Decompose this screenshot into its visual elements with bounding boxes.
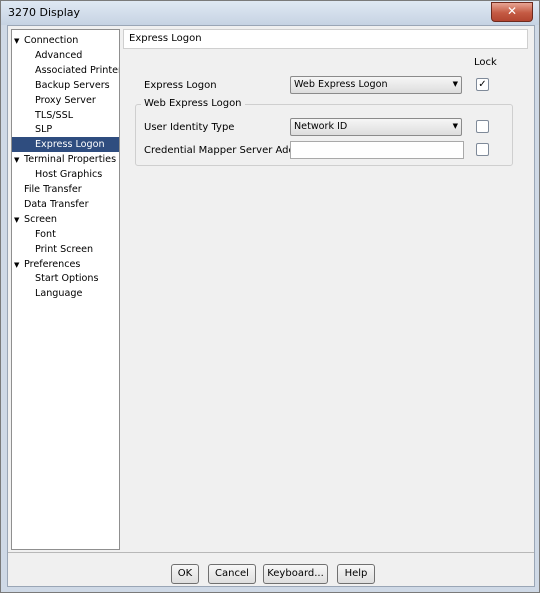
lock-column-label: Lock <box>474 57 497 68</box>
credential-mapper-address-input[interactable] <box>290 141 464 159</box>
help-button[interactable]: Help <box>337 564 375 584</box>
tree-item-connection[interactable]: ▼ Connection <box>14 33 78 48</box>
express-logon-value: Web Express Logon <box>294 79 388 90</box>
tree-item-start-options[interactable]: Start Options <box>35 271 99 286</box>
expand-arrow-icon[interactable]: ▼ <box>14 258 24 273</box>
navigation-tree: ▼ Connection Advanced Associated Printer Bac… <box>11 29 120 550</box>
web-express-logon-group-title: Web Express Logon <box>141 98 245 109</box>
tree-item-label: Preferences <box>24 258 81 270</box>
tree-item-proxy-server[interactable]: Proxy Server <box>35 93 96 108</box>
panel-title: Express Logon <box>129 33 202 44</box>
dialog-body: ▼ Connection Advanced Associated Printer Bac… <box>7 25 535 587</box>
tree-item-font[interactable]: Font <box>35 227 56 242</box>
tree-item-label: Language <box>35 288 83 300</box>
chevron-down-icon: ▼ <box>452 122 458 130</box>
tree-item-label: Backup Servers <box>35 79 110 91</box>
expand-arrow-icon[interactable]: ▼ <box>14 34 24 49</box>
tree-item-label: Font <box>35 228 56 240</box>
settings-panel: Express Logon Lock Express Logon Web Exp… <box>123 29 528 548</box>
dialog-window: 3270 Display ✕ ▼ Connection Advanced Associ… <box>0 0 540 593</box>
tree-item-tls-ssl[interactable]: TLS/SSL <box>35 108 73 123</box>
title-bar[interactable]: 3270 Display ✕ <box>1 1 539 25</box>
expand-arrow-icon[interactable]: ▼ <box>14 153 24 168</box>
tree-item-advanced[interactable]: Advanced <box>35 48 82 63</box>
tree-item-label: Advanced <box>35 49 83 61</box>
cancel-button[interactable]: Cancel <box>208 564 256 584</box>
tree-item-label: Proxy Server <box>35 94 96 106</box>
express-logon-lock-checkbox[interactable]: ✓ <box>476 78 489 91</box>
check-icon: ✓ <box>478 79 487 90</box>
user-identity-type-select[interactable]: Network ID ▼ <box>290 118 462 136</box>
expand-arrow-icon[interactable]: ▼ <box>14 213 24 228</box>
tree-item-express-logon[interactable]: Express Logon <box>12 137 119 153</box>
express-logon-label: Express Logon <box>144 80 217 91</box>
tree-item-label: TLS/SSL <box>35 109 74 121</box>
express-logon-select[interactable]: Web Express Logon ▼ <box>290 76 462 94</box>
tree-item-backup-servers[interactable]: Backup Servers <box>35 78 110 93</box>
tree-item-label: Express Logon <box>35 139 105 151</box>
ok-button[interactable]: OK <box>171 564 199 584</box>
footer-divider <box>8 552 534 553</box>
tree-item-language[interactable]: Language <box>35 286 82 301</box>
tree-item-associated-printer[interactable]: Associated Printer <box>35 63 120 78</box>
tree-item-label: Data Transfer <box>24 198 89 210</box>
credential-mapper-lock-checkbox[interactable] <box>476 143 489 156</box>
tree-item-data-transfer[interactable]: Data Transfer <box>14 197 89 212</box>
tree-item-label: Terminal Properties <box>24 154 117 166</box>
user-identity-type-value: Network ID <box>294 121 348 132</box>
tree-item-host-graphics[interactable]: Host Graphics <box>35 167 102 182</box>
keyboard-button[interactable]: Keyboard... <box>263 564 328 584</box>
tree-item-print-screen[interactable]: Print Screen <box>35 242 93 257</box>
tree-item-label: Screen <box>24 213 57 225</box>
tree-item-label: SLP <box>35 124 53 136</box>
tree-item-label: Start Options <box>35 273 99 285</box>
close-icon: ✕ <box>506 4 518 18</box>
user-identity-type-lock-checkbox[interactable] <box>476 120 489 133</box>
chevron-down-icon: ▼ <box>452 80 458 88</box>
tree-item-label: Associated Printer <box>35 64 120 76</box>
close-button[interactable]: ✕ <box>491 2 533 22</box>
user-identity-type-label: User Identity Type <box>144 122 235 133</box>
tree-item-label: File Transfer <box>24 184 82 195</box>
window-title: 3270 Display <box>8 6 81 19</box>
tree-item-terminal-properties[interactable]: ▼ Terminal Properties <box>14 152 116 167</box>
tree-item-file-transfer[interactable]: File Transfer <box>14 182 82 197</box>
tree-item-screen[interactable]: ▼ Screen <box>14 212 57 227</box>
tree-item-label: Connection <box>24 35 79 46</box>
tree-item-slp[interactable]: SLP <box>35 122 52 137</box>
panel-header: Express Logon <box>123 29 528 49</box>
tree-item-label: Host Graphics <box>35 169 103 181</box>
tree-item-label: Print Screen <box>35 243 94 255</box>
tree-item-preferences[interactable]: ▼ Preferences <box>14 257 80 272</box>
